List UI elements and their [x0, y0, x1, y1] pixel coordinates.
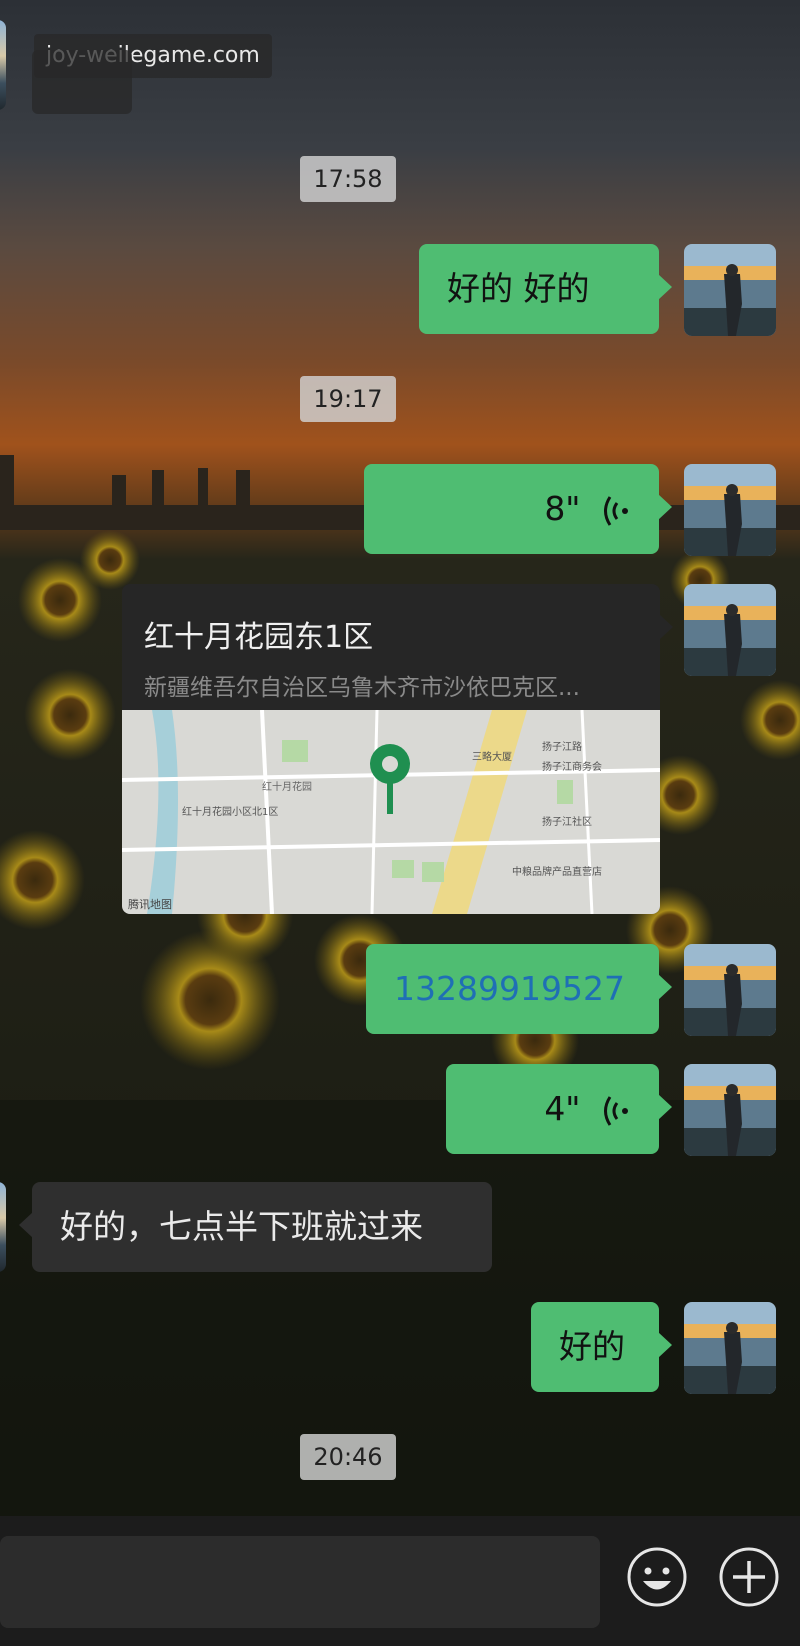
timestamp: 19:17 [300, 376, 396, 422]
map-label: 扬子江社区 [542, 815, 592, 828]
my-avatar[interactable] [684, 944, 776, 1036]
my-avatar[interactable] [684, 584, 776, 676]
phone-number-link[interactable]: 13289919527 [394, 969, 625, 1008]
message-outgoing[interactable]: 13289919527 [366, 944, 672, 1034]
message-text: 好的，七点半下班就过来 [60, 1207, 423, 1246]
message-incoming[interactable]: 好的，七点半下班就过来 [19, 1182, 492, 1272]
avatar-photo [684, 244, 776, 336]
location-bubble-tail [659, 614, 673, 640]
timestamp: 20:46 [300, 1434, 396, 1480]
map-provider: 腾讯地图 [128, 897, 172, 911]
map-label: 三略大厦 [472, 750, 512, 763]
my-avatar[interactable] [684, 244, 776, 336]
message-text: 好的 [559, 1327, 625, 1366]
input-toolbar [0, 1516, 800, 1646]
location-message[interactable]: 红十月花园东1区 新疆维吾尔自治区乌鲁木齐市沙依巴克区... 红十月花园小区北1… [122, 584, 660, 914]
location-map[interactable]: 红十月花园小区北1区 红十月花园 三略大厦 扬子江路 扬子江商务会 扬子江社区 … [122, 710, 660, 914]
avatar-photo [684, 1302, 776, 1394]
voice-duration: 8" [544, 489, 581, 528]
map-label: 红十月花园 [262, 780, 312, 793]
contact-avatar[interactable] [0, 1182, 6, 1272]
emoji-icon[interactable] [626, 1546, 688, 1608]
timestamp: 17:58 [300, 156, 396, 202]
voice-wave-icon [604, 495, 628, 526]
message-text: 好的 好的 [447, 269, 590, 308]
avatar-photo [684, 464, 776, 556]
message-outgoing[interactable]: 好的 好的 [419, 244, 672, 334]
my-avatar[interactable] [684, 1302, 776, 1394]
plus-icon[interactable] [718, 1546, 780, 1608]
voice-wave-icon [604, 1095, 628, 1126]
voice-message[interactable]: 4" [446, 1064, 672, 1154]
contact-avatar[interactable] [0, 20, 6, 110]
map-label: 中粮品牌产品直营店 [512, 865, 602, 878]
voice-duration: 4" [544, 1089, 581, 1128]
my-avatar[interactable] [684, 1064, 776, 1156]
avatar-photo [684, 1064, 776, 1156]
map-label: 扬子江商务会 [542, 760, 602, 773]
location-address: 新疆维吾尔自治区乌鲁木齐市沙依巴克区... [144, 675, 580, 701]
location-title: 红十月花园东1区 [144, 620, 374, 655]
map-label: 红十月花园小区北1区 [182, 805, 278, 818]
map-label: 扬子江路 [542, 740, 582, 753]
avatar-photo [684, 584, 776, 676]
my-avatar[interactable] [684, 464, 776, 556]
voice-message[interactable]: 8" [364, 464, 672, 554]
partial-message-bubble[interactable] [32, 50, 132, 114]
message-outgoing[interactable]: 好的 [531, 1302, 672, 1392]
avatar-photo [684, 944, 776, 1036]
message-input[interactable] [0, 1536, 600, 1628]
